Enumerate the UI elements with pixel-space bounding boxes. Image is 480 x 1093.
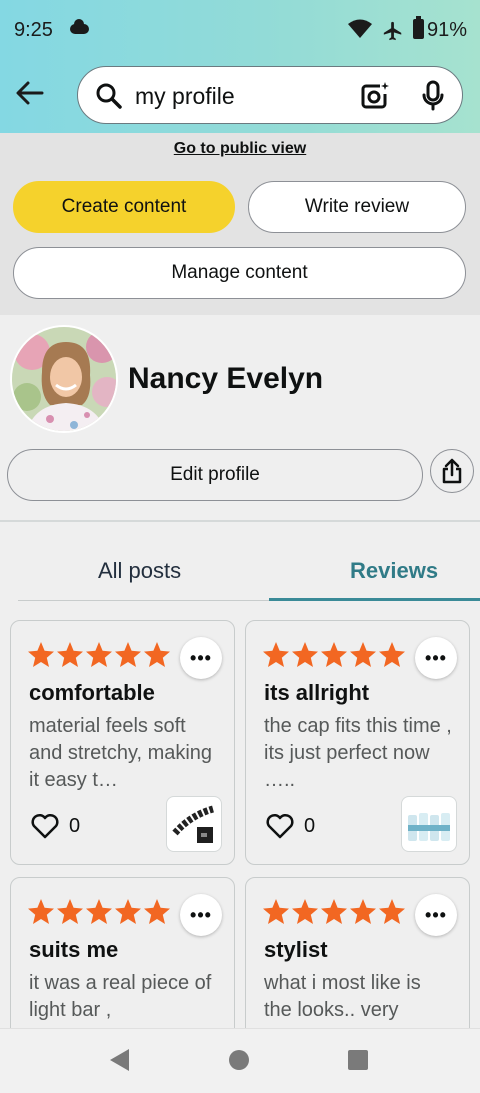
star-icon xyxy=(321,642,347,667)
profile-actions: Create content Write review Manage conte… xyxy=(0,167,480,315)
review-body: what i most like is the looks.. very xyxy=(264,972,421,1021)
star-rating xyxy=(262,641,406,669)
share-icon xyxy=(442,458,462,484)
edit-profile-button[interactable]: Edit profile xyxy=(7,449,423,501)
battery-percent: 91% xyxy=(427,19,468,41)
microphone-icon[interactable] xyxy=(421,80,445,112)
like-count: 0 xyxy=(304,814,316,837)
section-divider xyxy=(0,520,480,522)
tab-reviews[interactable]: Reviews xyxy=(350,558,438,584)
star-rating xyxy=(27,641,171,669)
star-icon xyxy=(144,899,170,924)
status-bar: 9:25 91% xyxy=(0,0,480,62)
like-count: 0 xyxy=(69,814,81,837)
nav-back-icon[interactable] xyxy=(110,1049,129,1071)
more-options-button[interactable]: ••• xyxy=(180,637,222,679)
star-icon xyxy=(263,899,289,924)
star-icon xyxy=(115,899,141,924)
star-icon xyxy=(86,899,112,924)
profile-tabs: All posts Reviews xyxy=(0,540,480,602)
star-icon xyxy=(379,899,405,924)
star-icon xyxy=(57,642,83,667)
write-review-button[interactable]: Write review xyxy=(248,181,466,233)
review-card[interactable]: ••• its allright the cap fits this time … xyxy=(245,620,470,865)
like-row: 0 xyxy=(266,813,315,839)
star-icon xyxy=(28,899,54,924)
search-query: my profile xyxy=(135,83,235,109)
wifi-icon xyxy=(348,19,372,38)
search-input[interactable]: my profile xyxy=(77,66,463,124)
create-content-button[interactable]: Create content xyxy=(13,181,235,233)
review-card[interactable]: ••• comfortable material feels soft and … xyxy=(10,620,235,865)
public-view-bar: Go to public view xyxy=(0,133,480,167)
share-button[interactable] xyxy=(430,449,474,493)
more-options-button[interactable]: ••• xyxy=(415,894,457,936)
airplane-icon xyxy=(383,21,402,41)
avatar[interactable] xyxy=(10,325,118,433)
review-body: it was a real piece of light bar , xyxy=(29,972,212,1021)
nav-home-icon[interactable] xyxy=(229,1050,249,1070)
star-rating xyxy=(262,898,406,926)
review-body: material feels soft and stretchy, making… xyxy=(29,715,213,791)
manage-content-button[interactable]: Manage content xyxy=(13,247,466,299)
active-tab-indicator xyxy=(269,598,480,601)
star-icon xyxy=(144,642,170,667)
heart-icon[interactable] xyxy=(31,813,59,839)
star-icon xyxy=(292,642,318,667)
star-icon xyxy=(263,642,289,667)
search-icon xyxy=(96,83,122,109)
more-options-button[interactable]: ••• xyxy=(180,894,222,936)
camera-search-icon[interactable] xyxy=(358,80,390,112)
star-icon xyxy=(379,642,405,667)
tab-all-posts[interactable]: All posts xyxy=(98,558,181,584)
star-icon xyxy=(28,642,54,667)
profile-section: Nancy Evelyn Edit profile xyxy=(0,315,480,520)
nav-recents-icon[interactable] xyxy=(348,1050,368,1070)
star-icon xyxy=(350,899,376,924)
star-icon xyxy=(115,642,141,667)
profile-name: Nancy Evelyn xyxy=(128,362,324,395)
status-time: 9:25 xyxy=(14,19,53,41)
cloud-icon xyxy=(70,19,89,34)
public-view-link[interactable]: Go to public view xyxy=(0,140,480,158)
review-title: suits me xyxy=(29,937,119,962)
battery-icon xyxy=(413,16,424,39)
star-rating xyxy=(27,898,171,926)
star-icon xyxy=(292,899,318,924)
system-nav-bar xyxy=(0,1028,480,1093)
product-thumbnail[interactable] xyxy=(401,796,457,852)
star-icon xyxy=(86,642,112,667)
review-title: stylist xyxy=(264,937,328,962)
product-thumbnail[interactable] xyxy=(166,796,222,852)
back-arrow-icon[interactable] xyxy=(14,78,46,108)
review-title: its allright xyxy=(264,680,370,705)
star-icon xyxy=(350,642,376,667)
review-body: the cap fits this time , its just perfec… xyxy=(264,715,452,791)
heart-icon[interactable] xyxy=(266,813,294,839)
more-options-button[interactable]: ••• xyxy=(415,637,457,679)
star-icon xyxy=(57,899,83,924)
review-title: comfortable xyxy=(29,680,155,705)
like-row: 0 xyxy=(31,813,80,839)
star-icon xyxy=(321,899,347,924)
